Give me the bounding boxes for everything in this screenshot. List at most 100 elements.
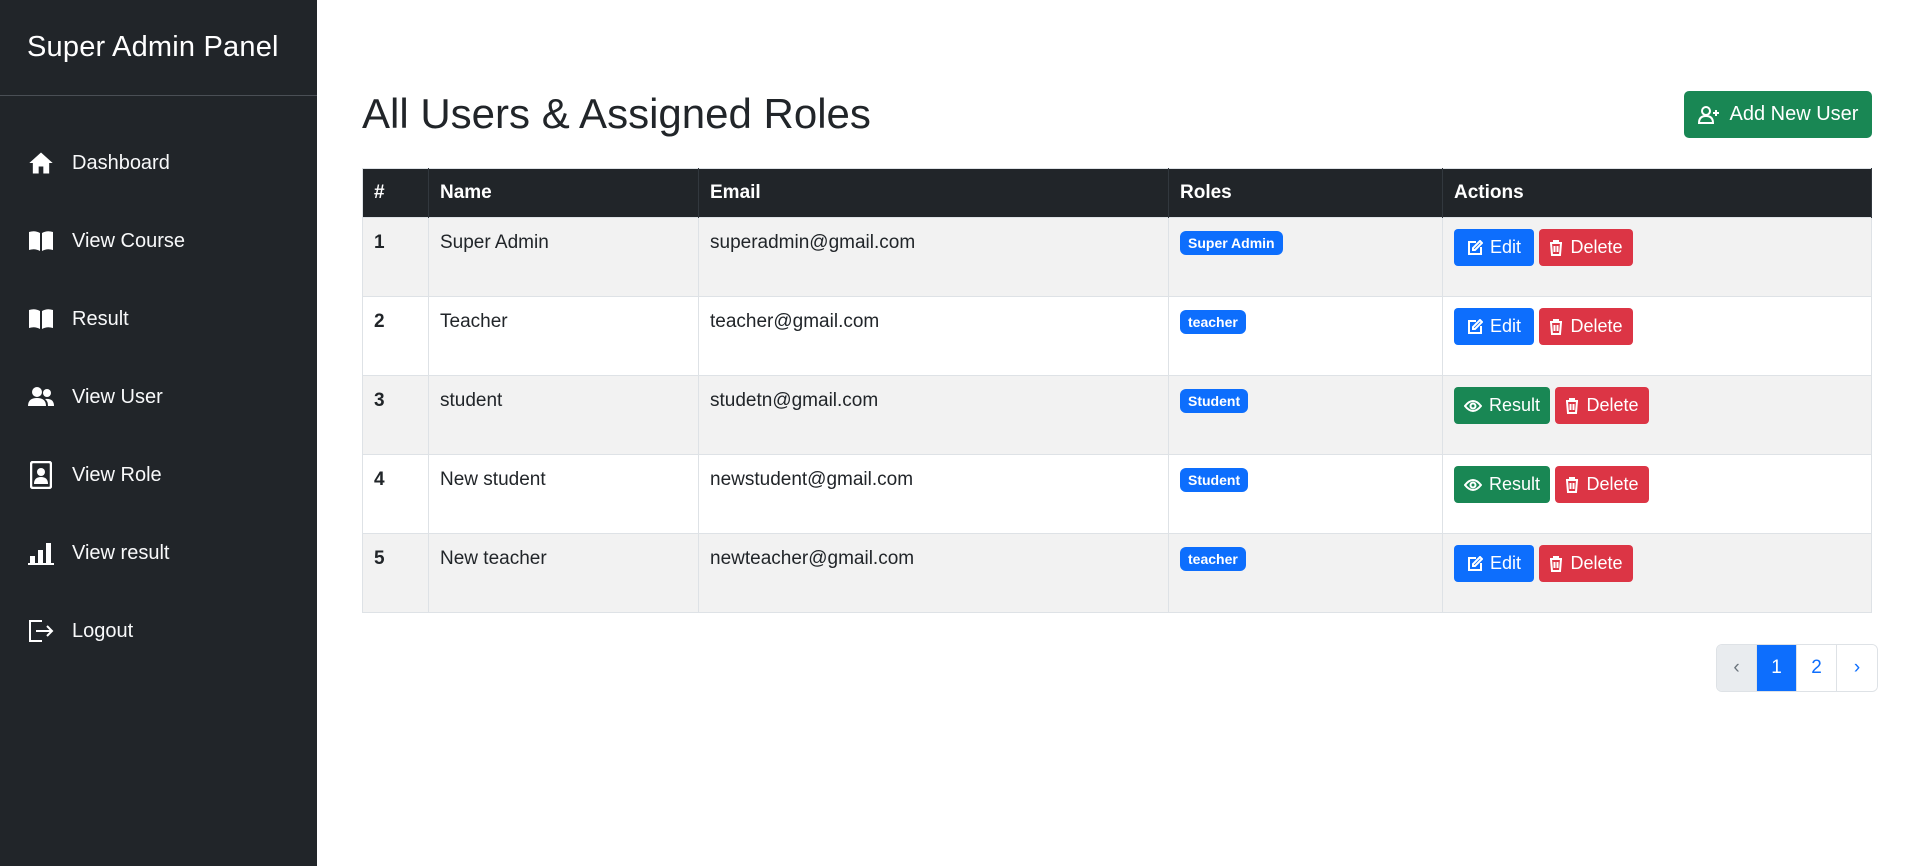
edit-label: Edit xyxy=(1489,316,1522,336)
delete-label: Delete xyxy=(1586,395,1639,415)
pagination-page-2[interactable]: 2 xyxy=(1797,645,1837,691)
trash-icon xyxy=(1550,239,1563,256)
row-email: superadmin@gmail.com xyxy=(698,217,1169,297)
result-label: Result xyxy=(1488,395,1540,415)
trash-icon xyxy=(1566,476,1579,493)
edit-label: Edit xyxy=(1489,237,1522,257)
pagination-prev[interactable]: ‹ xyxy=(1717,645,1757,691)
trash-icon xyxy=(1550,555,1563,572)
eye-icon xyxy=(1464,399,1482,412)
table-row: 4 New student newstudent@gmail.com Stude… xyxy=(362,454,1872,534)
edit-button[interactable]: Edit xyxy=(1454,545,1534,582)
edit-button[interactable]: Edit xyxy=(1454,308,1534,345)
book-icon xyxy=(26,304,56,334)
delete-button[interactable]: Delete xyxy=(1539,229,1633,266)
role-badge: Student xyxy=(1180,389,1249,413)
table-row: 3 student studetn@gmail.com Student Resu… xyxy=(362,375,1872,455)
sidebar-item-dashboard[interactable]: Dashboard xyxy=(0,124,317,202)
delete-label: Delete xyxy=(1570,553,1623,573)
result-button[interactable]: Result xyxy=(1454,387,1550,424)
brand-title: Super Admin Panel xyxy=(27,31,279,63)
result-label: Result xyxy=(1488,474,1540,494)
header-number: # xyxy=(362,168,429,218)
row-actions-cell: Result Delete xyxy=(1442,454,1872,534)
add-new-user-label: Add New User xyxy=(1729,103,1859,125)
edit-icon xyxy=(1467,318,1483,334)
delete-button[interactable]: Delete xyxy=(1555,466,1649,503)
row-roles-cell: Super Admin xyxy=(1168,217,1443,297)
row-name: student xyxy=(428,375,699,455)
table-header-row: # Name Email Roles Actions xyxy=(362,168,1872,218)
row-number: 2 xyxy=(362,296,429,376)
sidebar-item-label: Dashboard xyxy=(72,151,170,174)
row-roles-cell: Student xyxy=(1168,375,1443,455)
row-actions-cell: Edit Delete xyxy=(1442,296,1872,376)
users-icon xyxy=(26,382,56,412)
edit-button[interactable]: Edit xyxy=(1454,229,1534,266)
row-number: 3 xyxy=(362,375,429,455)
sidebar-item-label: View Role xyxy=(72,463,162,486)
delete-button[interactable]: Delete xyxy=(1539,308,1633,345)
role-badge: teacher xyxy=(1180,310,1246,334)
sidebar-item-label: Logout xyxy=(72,619,134,642)
sidebar-item-label: View Course xyxy=(72,229,186,252)
sidebar: Super Admin Panel Dashboard View Course … xyxy=(0,0,317,866)
delete-label: Delete xyxy=(1570,237,1623,257)
row-number: 1 xyxy=(362,217,429,297)
sidebar-item-logout[interactable]: Logout xyxy=(0,592,317,670)
house-icon xyxy=(26,148,56,178)
pagination-page-1[interactable]: 1 xyxy=(1757,645,1797,691)
edit-icon xyxy=(1467,555,1483,571)
header-name: Name xyxy=(428,168,699,218)
id-badge-icon xyxy=(26,460,56,490)
person-plus-icon xyxy=(1697,105,1719,124)
delete-button[interactable]: Delete xyxy=(1539,545,1633,582)
row-name: Teacher xyxy=(428,296,699,376)
row-name: New teacher xyxy=(428,533,699,613)
page-title: All Users & Assigned Roles xyxy=(362,90,871,137)
header-roles: Roles xyxy=(1168,168,1443,218)
row-email: newstudent@gmail.com xyxy=(698,454,1169,534)
sidebar-item-result[interactable]: Result xyxy=(0,280,317,358)
row-number: 4 xyxy=(362,454,429,534)
role-badge: Super Admin xyxy=(1180,231,1283,255)
sidebar-item-view-user[interactable]: View User xyxy=(0,358,317,436)
trash-icon xyxy=(1550,318,1563,335)
row-name: Super Admin xyxy=(428,217,699,297)
pagination: ‹ 1 2 › xyxy=(1716,644,1878,692)
sidebar-nav: Dashboard View Course Result View User V… xyxy=(0,96,317,670)
role-badge: Student xyxy=(1180,468,1249,492)
trash-icon xyxy=(1566,397,1579,414)
delete-button[interactable]: Delete xyxy=(1555,387,1649,424)
row-roles-cell: Student xyxy=(1168,454,1443,534)
sidebar-item-view-role[interactable]: View Role xyxy=(0,436,317,514)
sidebar-item-view-course[interactable]: View Course xyxy=(0,202,317,280)
row-roles-cell: teacher xyxy=(1168,296,1443,376)
delete-label: Delete xyxy=(1586,474,1639,494)
brand: Super Admin Panel xyxy=(0,0,317,96)
table-row: 5 New teacher newteacher@gmail.com teach… xyxy=(362,533,1872,613)
book-icon xyxy=(26,226,56,256)
row-actions-cell: Result Delete xyxy=(1442,375,1872,455)
pagination-next[interactable]: › xyxy=(1837,645,1877,691)
row-email: newteacher@gmail.com xyxy=(698,533,1169,613)
header-email: Email xyxy=(698,168,1169,218)
row-email: teacher@gmail.com xyxy=(698,296,1169,376)
add-new-user-button[interactable]: Add New User xyxy=(1684,91,1872,138)
row-name: New student xyxy=(428,454,699,534)
edit-icon xyxy=(1467,239,1483,255)
row-actions-cell: Edit Delete xyxy=(1442,533,1872,613)
sidebar-item-view-result[interactable]: View result xyxy=(0,514,317,592)
row-number: 5 xyxy=(362,533,429,613)
header-actions: Actions xyxy=(1442,168,1872,218)
result-button[interactable]: Result xyxy=(1454,466,1550,503)
sidebar-item-label: View User xyxy=(72,385,163,408)
row-roles-cell: teacher xyxy=(1168,533,1443,613)
eye-icon xyxy=(1464,478,1482,491)
role-badge: teacher xyxy=(1180,547,1246,571)
sidebar-item-label: View result xyxy=(72,541,170,564)
users-table-container: # Name Email Roles Actions 1 Super Admin… xyxy=(362,168,1872,613)
sidebar-item-label: Result xyxy=(72,307,129,330)
bar-chart-icon xyxy=(26,538,56,568)
table-row: 2 Teacher teacher@gmail.com teacher Edit… xyxy=(362,296,1872,376)
